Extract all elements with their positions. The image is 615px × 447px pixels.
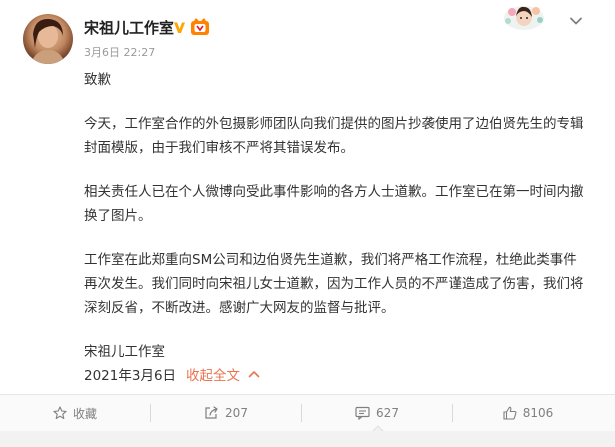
favorite-label: 收藏	[72, 406, 97, 421]
comment-area-edge	[0, 431, 615, 447]
like-count: 8106	[522, 406, 554, 420]
avatar-portrait-icon	[31, 18, 65, 64]
avatar[interactable]	[23, 14, 73, 64]
action-bar: 收藏 207 627 8106	[0, 394, 615, 431]
favorite-button[interactable]: 收藏	[0, 395, 150, 431]
post-paragraph: 今天，工作室合作的外包摄影师团队向我们提供的图片抄袭使用了边伯贤先生的专辑封面模…	[84, 116, 584, 156]
comment-icon	[355, 406, 370, 420]
post-date-line: 2021年3月6日 收起全文	[84, 364, 260, 384]
post-paragraph: 致歉	[84, 72, 111, 88]
star-icon	[53, 406, 67, 420]
chevron-down-icon[interactable]	[569, 14, 583, 28]
collapse-label: 收起全文	[186, 368, 241, 384]
post-date: 2021年3月6日	[84, 368, 177, 384]
post-paragraph: 工作室在此郑重向SM公司和边伯贤先生道歉，我们将严格工作流程，杜绝此类事件再次发…	[84, 252, 584, 316]
weibo-post-card: 宋祖儿工作室 3月6日 22:27 致歉 今天，工作室合作的外包摄影师团队向我们…	[0, 0, 615, 394]
author-name[interactable]: 宋祖儿工作室	[84, 17, 174, 38]
post-timestamp[interactable]: 3月6日 22:27	[84, 44, 155, 60]
chevron-up-icon	[248, 371, 260, 378]
post-signature: 宋祖儿工作室	[84, 344, 165, 360]
repost-count: 207	[225, 406, 248, 420]
verified-v-icon	[172, 20, 187, 35]
like-icon	[503, 406, 517, 420]
member-medal-icon[interactable]	[190, 18, 210, 36]
repost-button[interactable]: 207	[151, 395, 301, 431]
collapse-text-button[interactable]: 收起全文	[186, 364, 260, 384]
comment-count: 627	[376, 406, 399, 420]
like-button[interactable]: 8106	[453, 395, 603, 431]
repost-icon	[205, 406, 218, 419]
post-paragraph: 相关责任人已在个人微博向受此事件影响的各方人士道歉。工作室已在第一时间内撤换了图…	[84, 184, 584, 224]
decoration-sticker-icon	[504, 6, 544, 30]
post-body: 致歉 今天，工作室合作的外包摄影师团队向我们提供的图片抄袭使用了边伯贤先生的专辑…	[84, 68, 589, 364]
